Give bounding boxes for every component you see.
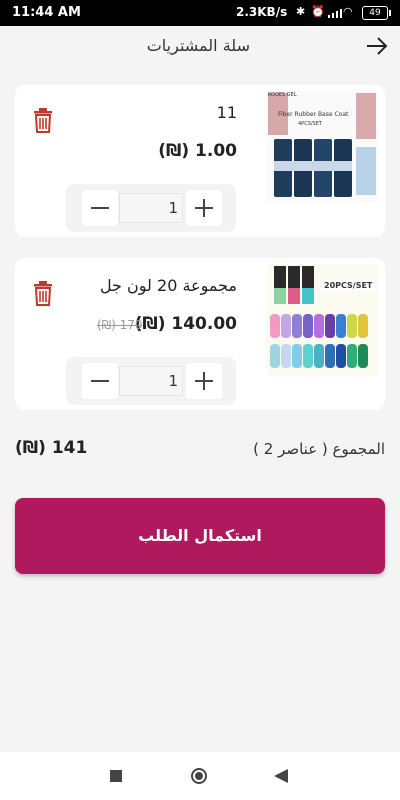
image-caption: Fiber Rubber Base Coat: [278, 111, 349, 118]
checkout-button[interactable]: استكمال الطلب: [15, 498, 385, 574]
network-speed: 2.3KB/s: [236, 5, 288, 19]
battery-level: 49: [369, 8, 381, 18]
product-image[interactable]: KOOES GEL Fiber Rubber Base Coat 4PCS/SE…: [266, 91, 378, 203]
quantity-field[interactable]: 1: [119, 366, 183, 396]
trash-icon[interactable]: [32, 280, 54, 306]
image-subcaption: 4PCS/SET: [298, 121, 322, 127]
minus-icon: [91, 380, 109, 382]
system-nav-bar: [0, 752, 400, 800]
increase-button[interactable]: [186, 190, 222, 226]
product-price: (₪) 1.00: [158, 141, 237, 161]
product-image[interactable]: 20PCS/SET: [266, 264, 378, 376]
product-old-price: (₪) 170: [97, 318, 143, 332]
total-value: (₪) 141: [15, 438, 88, 458]
quantity-stepper: 1: [66, 184, 236, 232]
image-caption: 20PCS/SET: [322, 280, 375, 291]
decrease-button[interactable]: [82, 190, 118, 226]
cart-item: KOOES GEL Fiber Rubber Base Coat 4PCS/SE…: [15, 85, 385, 237]
app-header: سلة المشتريات: [0, 26, 400, 66]
recents-icon[interactable]: [110, 770, 122, 782]
quantity-stepper: 1: [66, 357, 236, 405]
image-brand: KOOES GEL: [268, 92, 297, 98]
bluetooth-icon: ✱: [296, 5, 306, 18]
cart-item: 20PCS/SET مجموعة 20 لون جل (₪) 140.00 (₪…: [15, 258, 385, 410]
product-price: (₪) 140.00: [134, 314, 237, 334]
minus-icon: [91, 207, 109, 209]
product-name: مجموعة 20 لون جل: [99, 276, 237, 295]
status-bar: 11:44 AM 2.3KB/s ✱ ⏰ ◠ 49: [0, 0, 400, 26]
signal-icon: [328, 9, 342, 18]
wifi-icon: ◠: [343, 5, 353, 18]
decrease-button[interactable]: [82, 363, 118, 399]
increase-button[interactable]: [186, 363, 222, 399]
arrow-right-icon[interactable]: [366, 36, 388, 56]
product-name: 11: [216, 103, 237, 122]
battery-icon: 49: [362, 6, 391, 20]
plus-icon: [195, 372, 213, 390]
plus-icon: [195, 199, 213, 217]
trash-icon[interactable]: [32, 107, 54, 133]
alarm-icon: ⏰: [311, 5, 325, 18]
page-title: سلة المشتريات: [146, 36, 250, 55]
status-time: 11:44 AM: [12, 5, 81, 20]
total-label: المجموع ( عناصر 2 ): [253, 440, 385, 458]
quantity-field[interactable]: 1: [119, 193, 183, 223]
back-icon[interactable]: [274, 769, 288, 783]
home-icon[interactable]: [190, 767, 208, 785]
